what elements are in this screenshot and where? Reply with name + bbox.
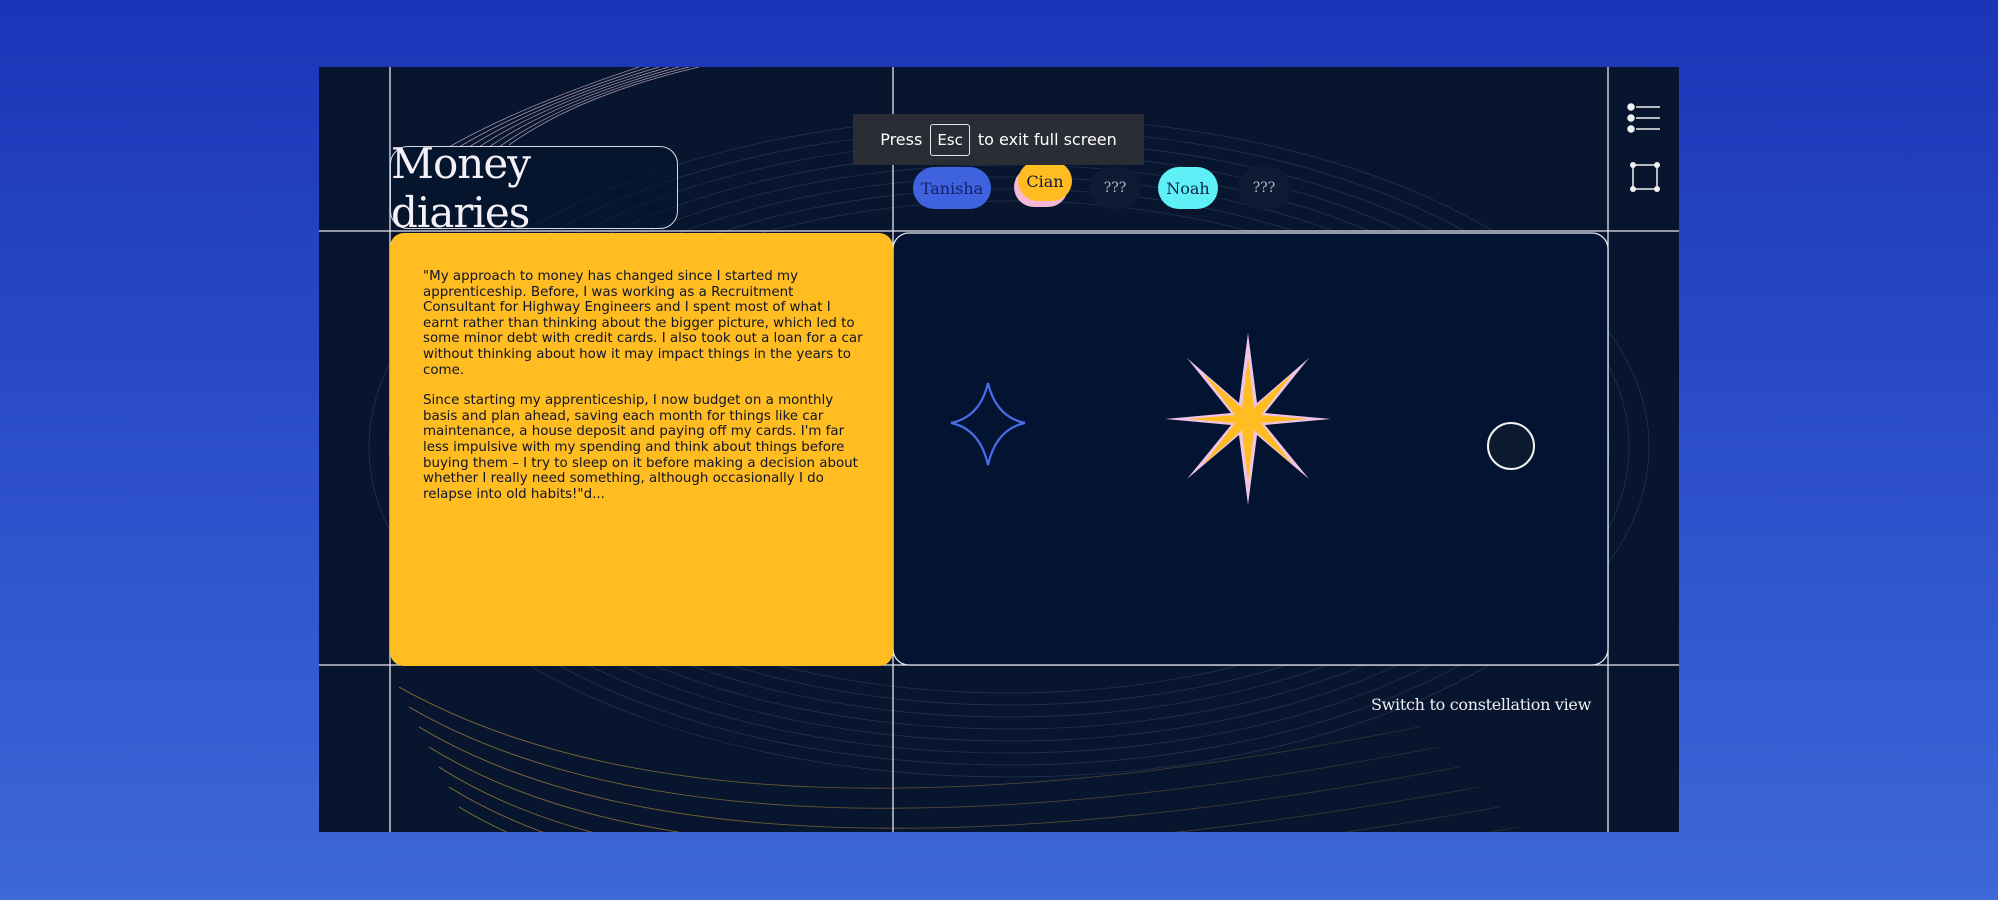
money-diaries-stage: Money diaries "My approach to money has … (319, 67, 1679, 832)
tab-tanisha[interactable]: Tanisha (913, 167, 991, 209)
list-menu-icon[interactable] (1627, 102, 1661, 134)
quote-card: "My approach to money has changed since … (390, 233, 893, 666)
pink-swirl-lines (448, 67, 700, 148)
tab-unknown-2[interactable]: ??? (1238, 167, 1290, 209)
esc-key: Esc (930, 123, 970, 156)
tab-noah[interactable]: Noah (1158, 167, 1218, 209)
tab-cian[interactable]: Cian (1018, 161, 1072, 201)
tab-unknown-1[interactable]: ??? (1089, 167, 1141, 209)
quote-paragraph-2: Since starting my apprenticeship, I now … (423, 393, 858, 502)
fullscreen-notice: Press Esc to exit full screen (853, 114, 1144, 165)
circle-button-icon[interactable] (1487, 422, 1535, 470)
gold-orbit-lines (398, 686, 1520, 832)
quote-paragraph-1: "My approach to money has changed since … (423, 269, 863, 378)
notice-suffix: to exit full screen (977, 130, 1117, 149)
notice-prefix: Press (880, 130, 923, 149)
app-title-box: Money diaries (390, 139, 678, 237)
app-title: Money diaries (391, 138, 531, 237)
frame-select-icon[interactable] (1629, 161, 1661, 193)
switch-to-constellation-button[interactable]: Switch to constellation view (1371, 695, 1591, 714)
